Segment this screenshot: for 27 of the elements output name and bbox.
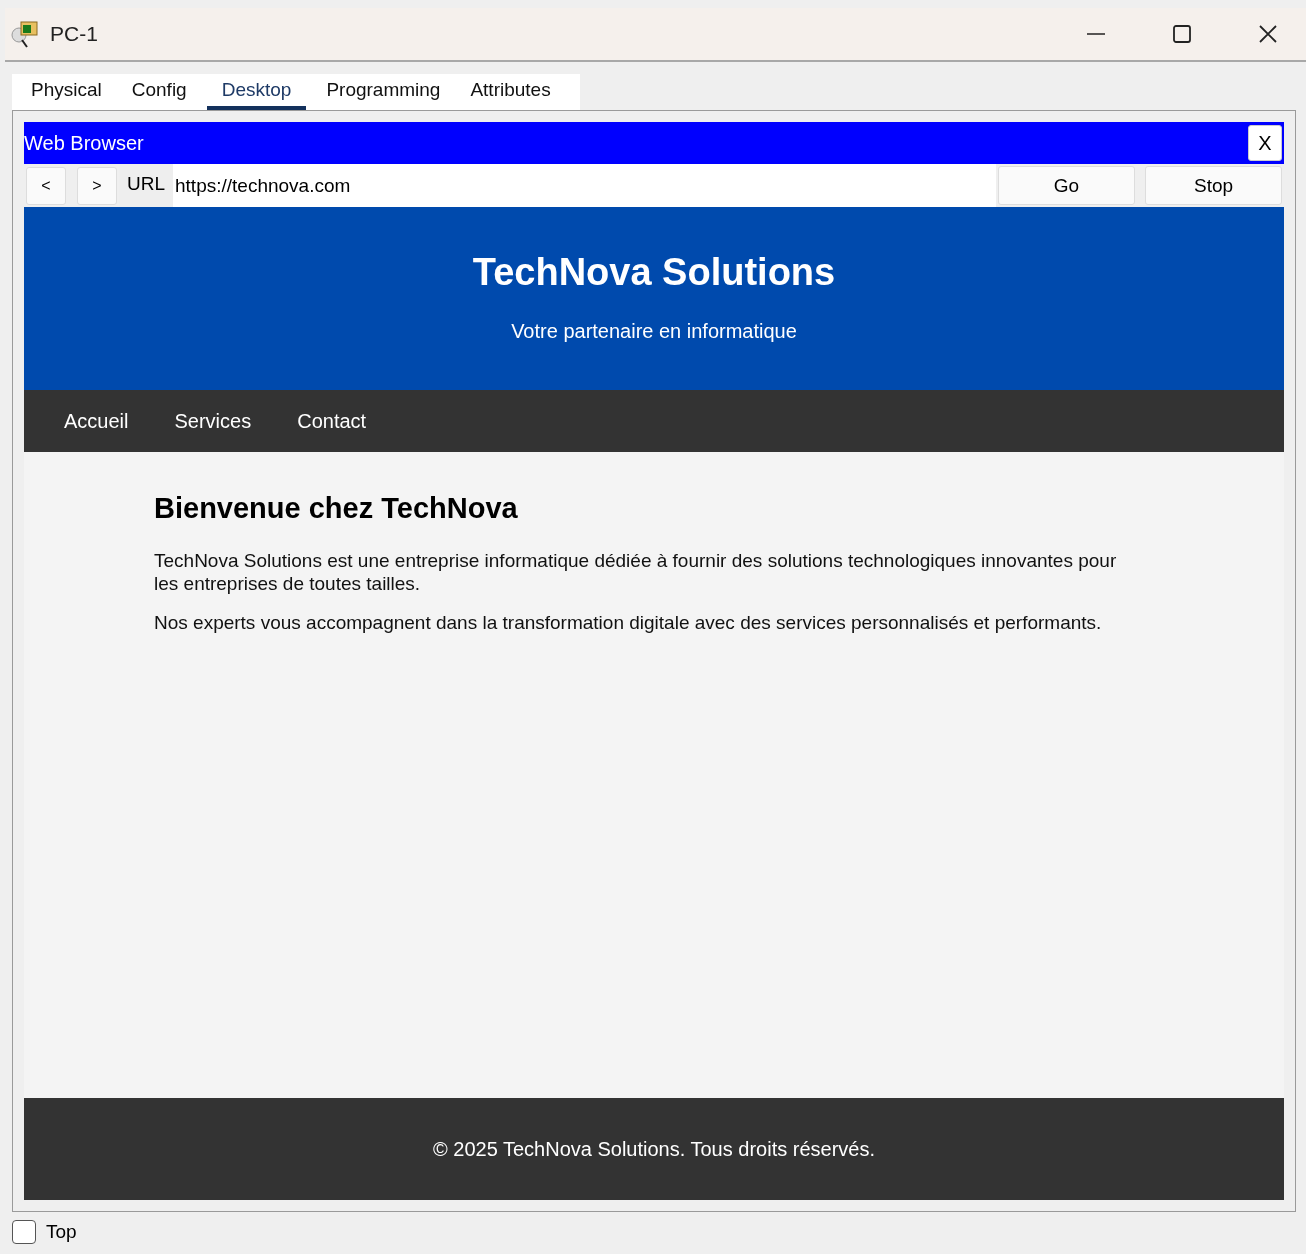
content-title: Bienvenue chez TechNova <box>154 492 519 525</box>
tab[interactable]: Programming <box>316 74 451 110</box>
tab[interactable]: Config <box>121 74 197 110</box>
back-button[interactable]: < <box>26 166 66 205</box>
nav-link[interactable]: Services <box>174 409 252 433</box>
stop-button[interactable]: Stop <box>1145 166 1282 205</box>
footer-text: © 2025 TechNova Solutions. Tous droits réservés. <box>433 1137 875 1161</box>
tab[interactable]: Attributes <box>460 74 561 110</box>
window-title: PC-1 <box>50 22 98 46</box>
top-checkbox[interactable] <box>12 1220 36 1244</box>
nav-link[interactable]: Accueil <box>64 409 129 433</box>
pc-magnifier-icon <box>10 19 40 49</box>
browser-title: Web Browser <box>24 131 144 155</box>
checkbox-label: Top <box>46 1221 77 1243</box>
go-button[interactable]: Go <box>998 166 1135 205</box>
forward-button[interactable]: > <box>77 166 117 205</box>
paragraph: Nos experts vous accompagnent dans la transformation digitale avec des services personnalisés et performants. <box>154 611 1103 634</box>
nav-link[interactable]: Contact <box>297 409 367 433</box>
close-button[interactable]: X <box>1248 125 1282 161</box>
site-heading: TechNova Solutions <box>472 251 836 294</box>
tab[interactable]: Desktop <box>206 74 307 110</box>
paragraph: TechNova Solutions est une entreprise informatique dédiée à fournir des solutions technologiques innovantes pour les entreprises de toutes tailles. <box>154 549 1118 595</box>
maximize-icon[interactable] <box>1172 24 1192 44</box>
url-field[interactable]: https://technova.com <box>173 164 996 207</box>
close-icon[interactable] <box>1258 24 1278 44</box>
tab[interactable]: Physical <box>21 74 112 110</box>
site-tagline: Votre partenaire en informatique <box>511 320 797 343</box>
